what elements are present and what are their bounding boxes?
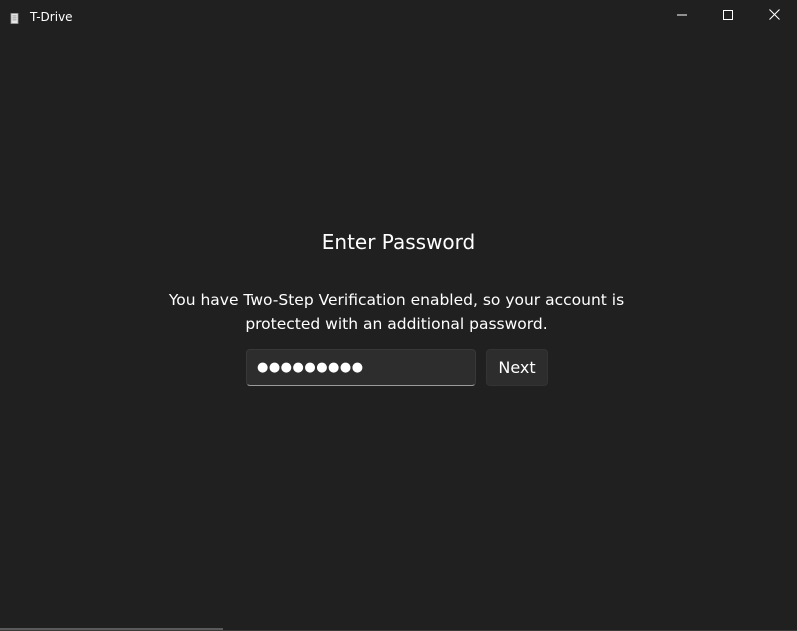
- verification-description: You have Two-Step Verification enabled, …: [168, 291, 625, 333]
- login-panel: Enter Password You have Two-Step Verific…: [0, 0, 797, 631]
- next-button[interactable]: Next: [486, 349, 548, 386]
- page-title: Enter Password: [321, 230, 476, 254]
- password-input[interactable]: ●●●●●●●●●: [246, 349, 476, 386]
- bottom-divider: [0, 628, 223, 630]
- app-window: T-Drive Enter Password You have Two-Step…: [0, 0, 797, 631]
- password-masked-value: ●●●●●●●●●: [257, 359, 364, 375]
